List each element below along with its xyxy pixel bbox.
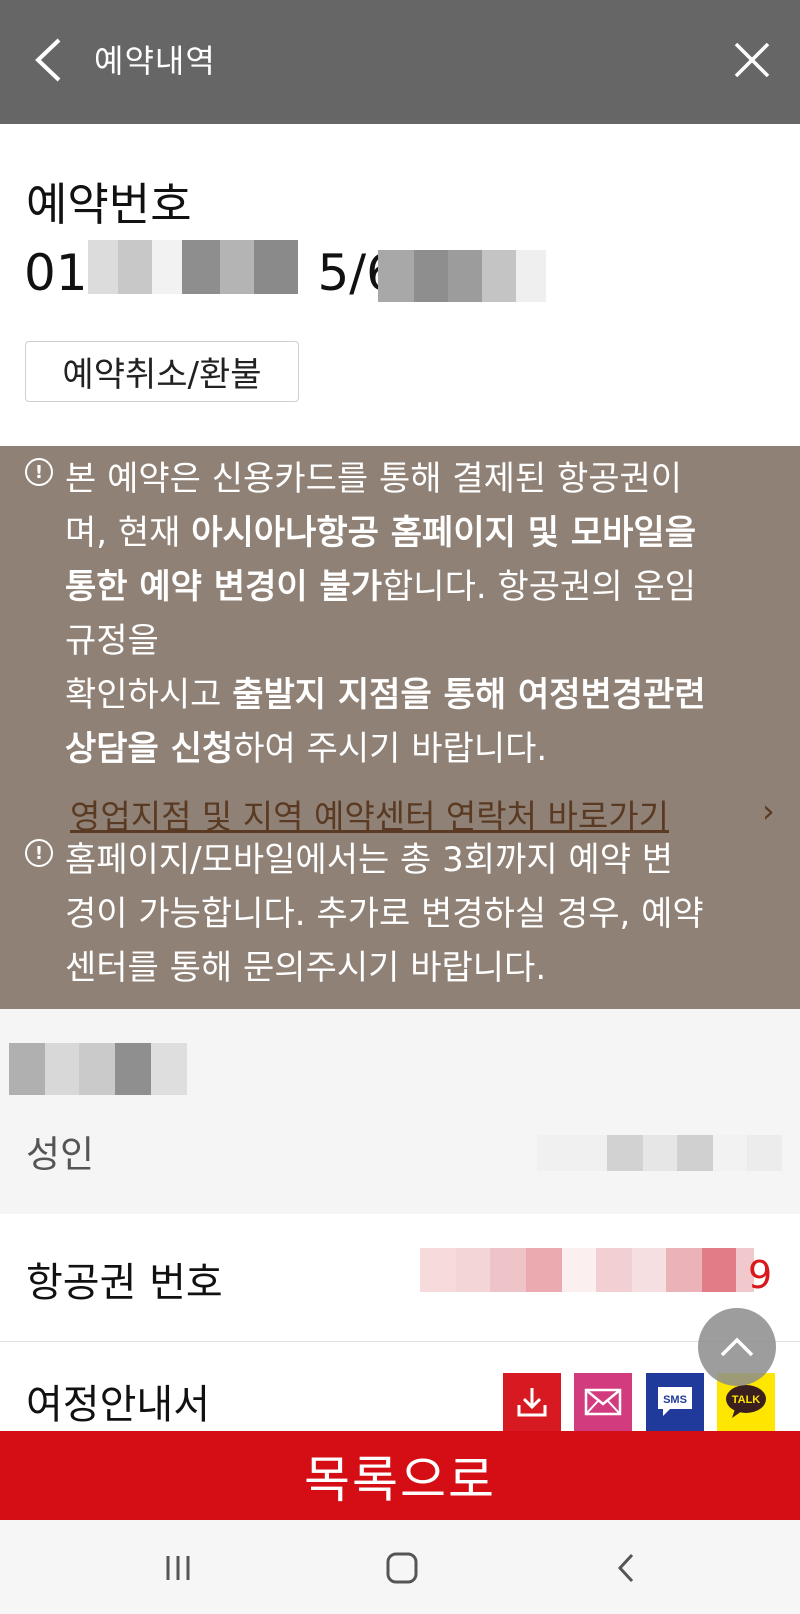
notice-text: 합니다. 항공권의 운임 bbox=[382, 567, 696, 607]
notice-line: 통한 예약 변경이 불가합니다. 항공권의 운임 bbox=[65, 560, 785, 614]
back-button[interactable] bbox=[18, 30, 78, 90]
redaction-mask bbox=[420, 1248, 764, 1292]
scroll-to-top-button[interactable] bbox=[698, 1308, 776, 1386]
notice-bold-text: 아시아나항공 홈페이지 및 모바일을 bbox=[191, 513, 696, 553]
passenger-section bbox=[0, 1009, 800, 1214]
chevron-right-icon[interactable]: › bbox=[762, 792, 775, 830]
info-icon: ! bbox=[25, 458, 53, 486]
redaction-mask bbox=[88, 240, 298, 294]
system-back-button[interactable] bbox=[596, 1548, 656, 1588]
notice-line: 본 예약은 신용카드를 통해 결제된 항공권이 bbox=[65, 459, 683, 499]
sms-label: SMS bbox=[663, 1394, 687, 1406]
notice-bold-text: 통한 예약 변경이 불가 bbox=[65, 567, 383, 607]
notice-line: 홈페이지/모바일에서는 총 3회까지 예약 변 bbox=[65, 840, 674, 880]
notice-line: 센터를 통해 문의주시기 바랍니다. bbox=[65, 948, 547, 988]
notice-line: 확인하시고 출발지 지점을 통해 여정변경관련 bbox=[65, 668, 785, 722]
notice-line: 며, 현재 아시아나항공 홈페이지 및 모바일을 bbox=[65, 506, 785, 560]
close-button[interactable] bbox=[722, 30, 782, 90]
info-icon: ! bbox=[25, 839, 53, 867]
email-button[interactable] bbox=[574, 1373, 632, 1431]
notice-text: 며, 현재 bbox=[65, 513, 192, 553]
reservation-number-label: 예약번호 bbox=[26, 178, 192, 231]
download-button[interactable] bbox=[503, 1373, 561, 1431]
app-header: 예약내역 bbox=[0, 0, 800, 124]
talk-label: TALK bbox=[732, 1394, 761, 1406]
passenger-type: 성인 bbox=[26, 1133, 95, 1176]
sms-icon: SMS bbox=[658, 1387, 692, 1416]
branch-contact-link[interactable]: 영업지점 및 지역 예약센터 연락처 바로가기 bbox=[70, 790, 669, 838]
back-to-list-button[interactable]: 목록으로 bbox=[0, 1431, 800, 1520]
chevron-up-icon bbox=[720, 1337, 754, 1357]
notice-line: 경이 가능합니다. 추가로 변경하실 경우, 예약 bbox=[65, 894, 704, 934]
page-title: 예약내역 bbox=[94, 42, 216, 80]
recent-apps-button[interactable] bbox=[148, 1548, 208, 1588]
talk-icon: TALK bbox=[726, 1385, 766, 1418]
notice-paragraph-1: 본 예약은 신용카드를 통해 결제된 항공권이 며, 현재 아시아나항공 홈페이… bbox=[65, 452, 785, 776]
chevron-left-icon bbox=[35, 38, 61, 82]
notice-bold-text: 상담을 신청 bbox=[65, 729, 234, 769]
back-icon bbox=[617, 1553, 634, 1583]
notice-line: 상담을 신청하여 주시기 바랍니다. bbox=[65, 722, 785, 776]
sms-button[interactable]: SMS bbox=[646, 1373, 704, 1431]
redaction-mask bbox=[537, 1135, 782, 1171]
reservation-number-start: 01 bbox=[24, 244, 88, 302]
redaction-mask bbox=[9, 1043, 187, 1095]
notice-line: 규정을 bbox=[65, 621, 159, 661]
notice-text: 하여 주시기 바랍니다. bbox=[233, 729, 548, 769]
notice-bold-text: 출발지 지점을 통해 여정변경관련 bbox=[232, 675, 706, 715]
redaction-mask bbox=[378, 250, 546, 302]
notice-paragraph-2: 홈페이지/모바일에서는 총 3회까지 예약 변 경이 가능합니다. 추가로 변경… bbox=[65, 833, 785, 995]
itinerary-label: 여정안내서 bbox=[26, 1382, 210, 1428]
mail-icon bbox=[584, 1388, 622, 1416]
close-icon bbox=[734, 42, 770, 78]
home-icon bbox=[386, 1552, 418, 1584]
recent-apps-icon bbox=[166, 1556, 190, 1580]
cancel-refund-button[interactable]: 예약취소/환불 bbox=[25, 341, 299, 402]
home-button[interactable] bbox=[372, 1548, 432, 1588]
notice-text: 확인하시고 bbox=[65, 675, 233, 715]
ticket-number-tail: 9 bbox=[748, 1253, 773, 1297]
ticket-number-label: 항공권 번호 bbox=[26, 1260, 223, 1306]
download-icon bbox=[517, 1388, 547, 1417]
